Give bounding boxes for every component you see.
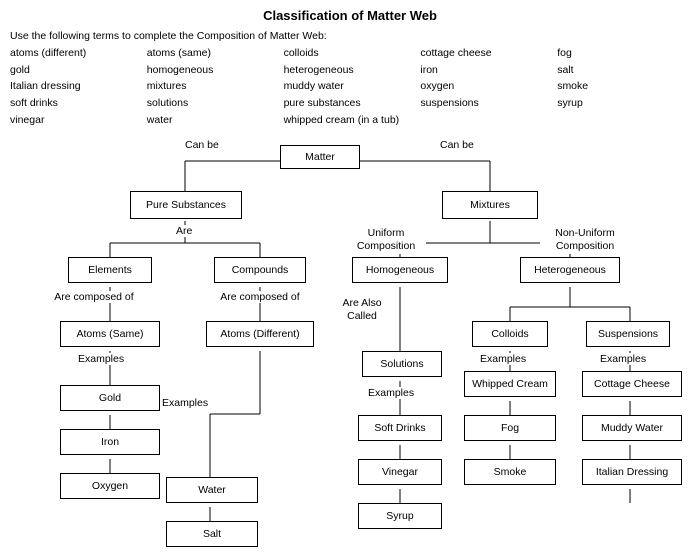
- matter-box: Matter: [280, 145, 360, 169]
- iron-box: Iron: [60, 429, 160, 455]
- water-box: Water: [166, 477, 258, 503]
- mixtures-box: Mixtures: [442, 191, 538, 219]
- uniform-composition-label: Uniform Composition: [346, 227, 426, 254]
- are-label: Are: [176, 225, 192, 237]
- examples-atoms-same-label: Examples: [78, 353, 124, 365]
- whipped-cream-box: Whipped Cream: [464, 371, 556, 397]
- gold-box: Gold: [60, 385, 160, 411]
- smoke-box: Smoke: [464, 459, 556, 485]
- instructions: Use the following terms to complete the …: [10, 29, 690, 129]
- can-be-left-label: Can be: [185, 139, 219, 151]
- atoms-same-box: Atoms (Same): [60, 321, 160, 347]
- muddy-water-box: Muddy Water: [582, 415, 682, 441]
- non-uniform-composition-label: Non-Uniform Composition: [540, 227, 630, 254]
- italian-dressing-box: Italian Dressing: [582, 459, 682, 485]
- are-also-called-label: Are Also Called: [332, 297, 392, 324]
- elements-box: Elements: [68, 257, 152, 283]
- oxygen-box: Oxygen: [60, 473, 160, 499]
- heterogeneous-box: Heterogeneous: [520, 257, 620, 283]
- diagram: Matter Can be Can be Pure Substances Mix…: [10, 139, 690, 549]
- fog-box: Fog: [464, 415, 556, 441]
- solutions-box: Solutions: [362, 351, 442, 377]
- cottage-cheese-box: Cottage Cheese: [582, 371, 682, 397]
- instructions-prefix: Use the following terms to complete the …: [10, 30, 327, 42]
- examples-colloids-label: Examples: [480, 353, 526, 365]
- homogeneous-box: Homogeneous: [352, 257, 448, 283]
- soft-drinks-box: Soft Drinks: [358, 415, 442, 441]
- colloids-box: Colloids: [472, 321, 548, 347]
- page-title: Classification of Matter Web: [10, 8, 690, 23]
- salt-box: Salt: [166, 521, 258, 547]
- examples-suspensions-label: Examples: [600, 353, 646, 365]
- are-composed-of-left-label: Are composed of: [44, 291, 144, 303]
- suspensions-box: Suspensions: [586, 321, 670, 347]
- vinegar-box: Vinegar: [358, 459, 442, 485]
- atoms-different-box: Atoms (Different): [206, 321, 314, 347]
- can-be-right-label: Can be: [440, 139, 474, 151]
- examples-compounds-label: Examples: [162, 397, 208, 409]
- pure-substances-box: Pure Substances: [130, 191, 242, 219]
- compounds-box: Compounds: [214, 257, 306, 283]
- examples-solutions-label: Examples: [368, 387, 414, 399]
- syrup-box: Syrup: [358, 503, 442, 529]
- are-composed-of-right-label: Are composed of: [204, 291, 316, 303]
